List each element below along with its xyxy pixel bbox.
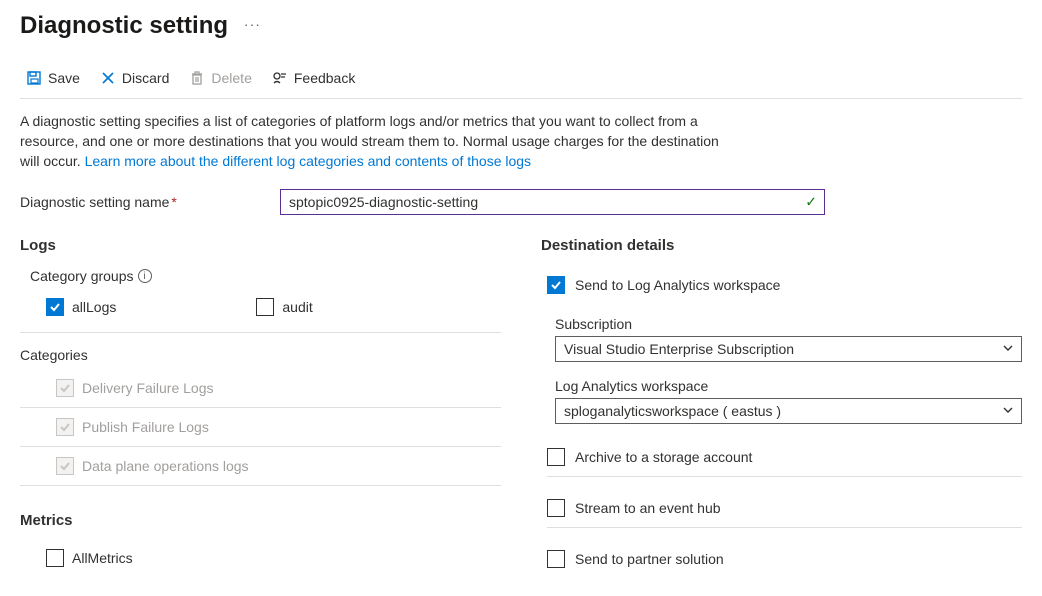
category-label: Delivery Failure Logs bbox=[82, 380, 214, 396]
workspace-select[interactable]: sploganalyticsworkspace ( eastus ) bbox=[555, 398, 1022, 424]
more-actions-button[interactable]: ··· bbox=[244, 16, 261, 32]
send-log-analytics-label: Send to Log Analytics workspace bbox=[575, 277, 780, 293]
description-text: A diagnostic setting specifies a list of… bbox=[20, 111, 740, 171]
allmetrics-label: AllMetrics bbox=[72, 550, 133, 566]
stream-eventhub-checkbox[interactable] bbox=[547, 499, 565, 517]
required-indicator: * bbox=[171, 194, 176, 210]
category-label: Publish Failure Logs bbox=[82, 419, 209, 435]
workspace-label: Log Analytics workspace bbox=[555, 378, 1022, 394]
allmetrics-checkbox[interactable] bbox=[46, 549, 64, 567]
category-row: Data plane operations logs bbox=[20, 447, 501, 486]
setting-name-input[interactable] bbox=[280, 189, 825, 215]
feedback-label: Feedback bbox=[294, 70, 355, 86]
destination-heading: Destination details bbox=[541, 237, 1022, 254]
archive-storage-label: Archive to a storage account bbox=[575, 449, 752, 465]
archive-storage-checkbox[interactable] bbox=[547, 448, 565, 466]
setting-name-label: Diagnostic setting name* bbox=[20, 194, 280, 210]
feedback-button[interactable]: Feedback bbox=[266, 68, 361, 88]
delete-button: Delete bbox=[183, 68, 257, 88]
logs-heading: Logs bbox=[20, 237, 501, 254]
valid-check-icon: ✓ bbox=[805, 194, 817, 211]
toolbar: Save Discard Delete Feedback bbox=[20, 68, 1022, 99]
save-button[interactable]: Save bbox=[20, 68, 86, 88]
save-label: Save bbox=[48, 70, 80, 86]
category-row: Delivery Failure Logs bbox=[20, 369, 501, 408]
category-groups-label: Category groups i bbox=[20, 268, 501, 284]
subscription-label: Subscription bbox=[555, 316, 1022, 332]
discard-button[interactable]: Discard bbox=[94, 68, 175, 88]
feedback-icon bbox=[272, 70, 288, 86]
delete-label: Delete bbox=[211, 70, 251, 86]
alllogs-checkbox[interactable] bbox=[46, 298, 64, 316]
page-title: Diagnostic setting bbox=[20, 12, 228, 40]
learn-more-link[interactable]: Learn more about the different log categ… bbox=[85, 153, 531, 169]
save-icon bbox=[26, 70, 42, 86]
delete-icon bbox=[189, 70, 205, 86]
category-checkbox bbox=[56, 418, 74, 436]
category-checkbox bbox=[56, 379, 74, 397]
category-row: Publish Failure Logs bbox=[20, 408, 501, 447]
category-checkbox bbox=[56, 457, 74, 475]
metrics-heading: Metrics bbox=[20, 512, 501, 529]
stream-eventhub-label: Stream to an event hub bbox=[575, 500, 721, 516]
subscription-select[interactable]: Visual Studio Enterprise Subscription bbox=[555, 336, 1022, 362]
discard-label: Discard bbox=[122, 70, 169, 86]
audit-checkbox[interactable] bbox=[256, 298, 274, 316]
discard-icon bbox=[100, 70, 116, 86]
categories-label: Categories bbox=[20, 347, 501, 363]
audit-label: audit bbox=[282, 299, 312, 315]
send-partner-checkbox[interactable] bbox=[547, 550, 565, 568]
send-partner-label: Send to partner solution bbox=[575, 551, 724, 567]
info-icon[interactable]: i bbox=[138, 269, 152, 283]
send-log-analytics-checkbox[interactable] bbox=[547, 276, 565, 294]
category-label: Data plane operations logs bbox=[82, 458, 249, 474]
alllogs-label: allLogs bbox=[72, 299, 116, 315]
